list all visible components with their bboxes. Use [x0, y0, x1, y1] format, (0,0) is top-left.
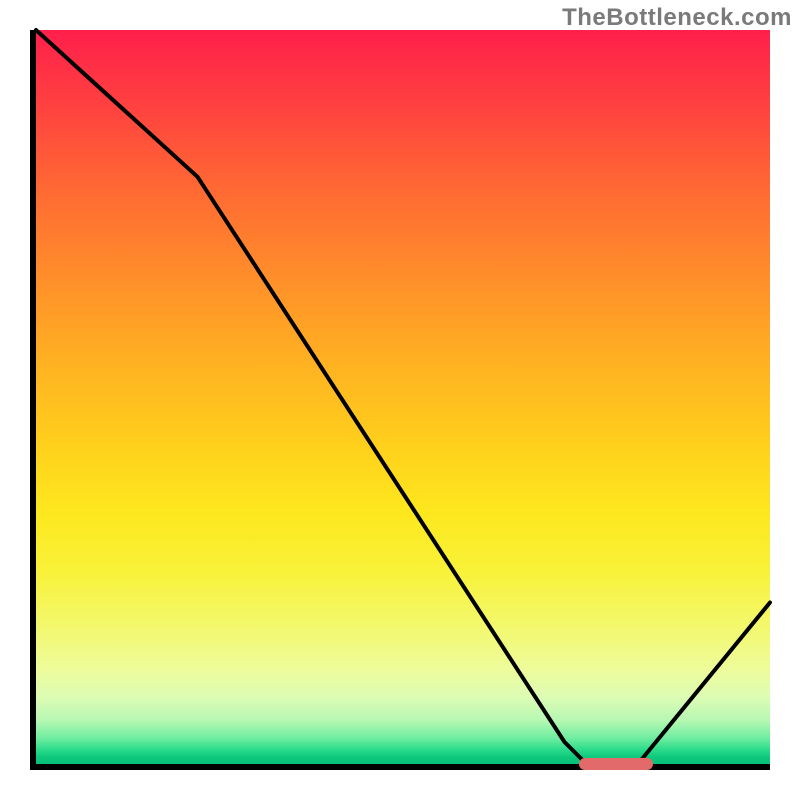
bottleneck-curve — [36, 30, 770, 764]
bottleneck-curve-path — [36, 30, 770, 764]
watermark-text: TheBottleneck.com — [562, 4, 792, 32]
page-root: TheBottleneck.com — [0, 0, 800, 800]
plot-area — [30, 30, 770, 770]
minimum-marker — [579, 758, 652, 770]
